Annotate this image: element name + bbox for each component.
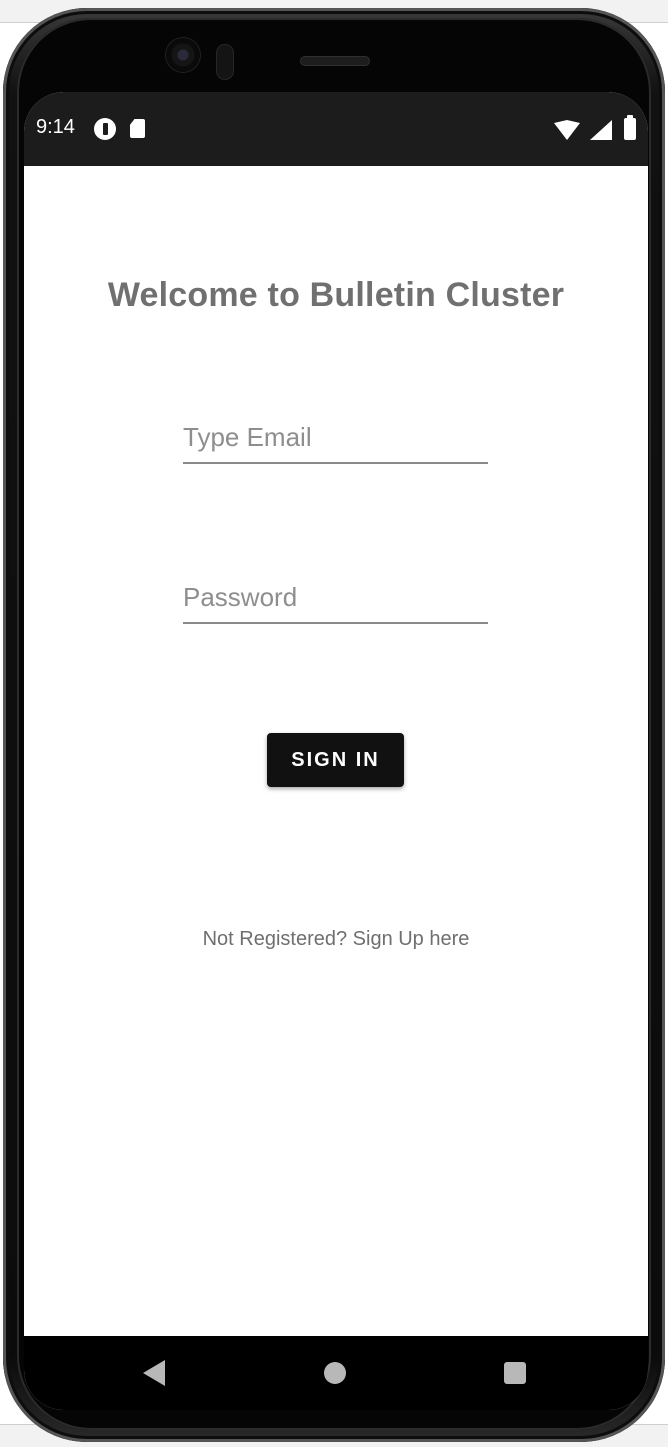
home-icon[interactable] bbox=[324, 1362, 346, 1384]
front-camera-icon bbox=[166, 38, 200, 72]
status-bar: 9:14 bbox=[24, 92, 648, 166]
earpiece-speaker-icon bbox=[300, 56, 370, 66]
status-time: 9:14 bbox=[36, 116, 75, 138]
proximity-sensor-icon bbox=[216, 44, 234, 80]
password-field[interactable] bbox=[183, 576, 488, 624]
recents-icon[interactable] bbox=[504, 1362, 526, 1384]
cellular-signal-icon bbox=[590, 120, 612, 140]
notification-app-icon bbox=[94, 118, 116, 140]
wifi-icon bbox=[554, 120, 580, 140]
sd-card-icon bbox=[130, 119, 145, 138]
email-field[interactable] bbox=[183, 416, 488, 464]
sign-in-button[interactable]: SIGN IN bbox=[267, 733, 404, 787]
page-title: Welcome to Bulletin Cluster bbox=[107, 276, 565, 314]
login-screen: Welcome to Bulletin Cluster SIGN IN Not … bbox=[24, 166, 648, 1336]
device-screen: 9:14 Welcome to Bulletin Cluster SIGN IN… bbox=[24, 92, 648, 1410]
sign-up-link[interactable]: Not Registered? Sign Up here bbox=[24, 928, 648, 951]
battery-icon bbox=[624, 115, 636, 140]
navigation-bar bbox=[24, 1336, 648, 1410]
back-icon[interactable] bbox=[143, 1360, 165, 1386]
